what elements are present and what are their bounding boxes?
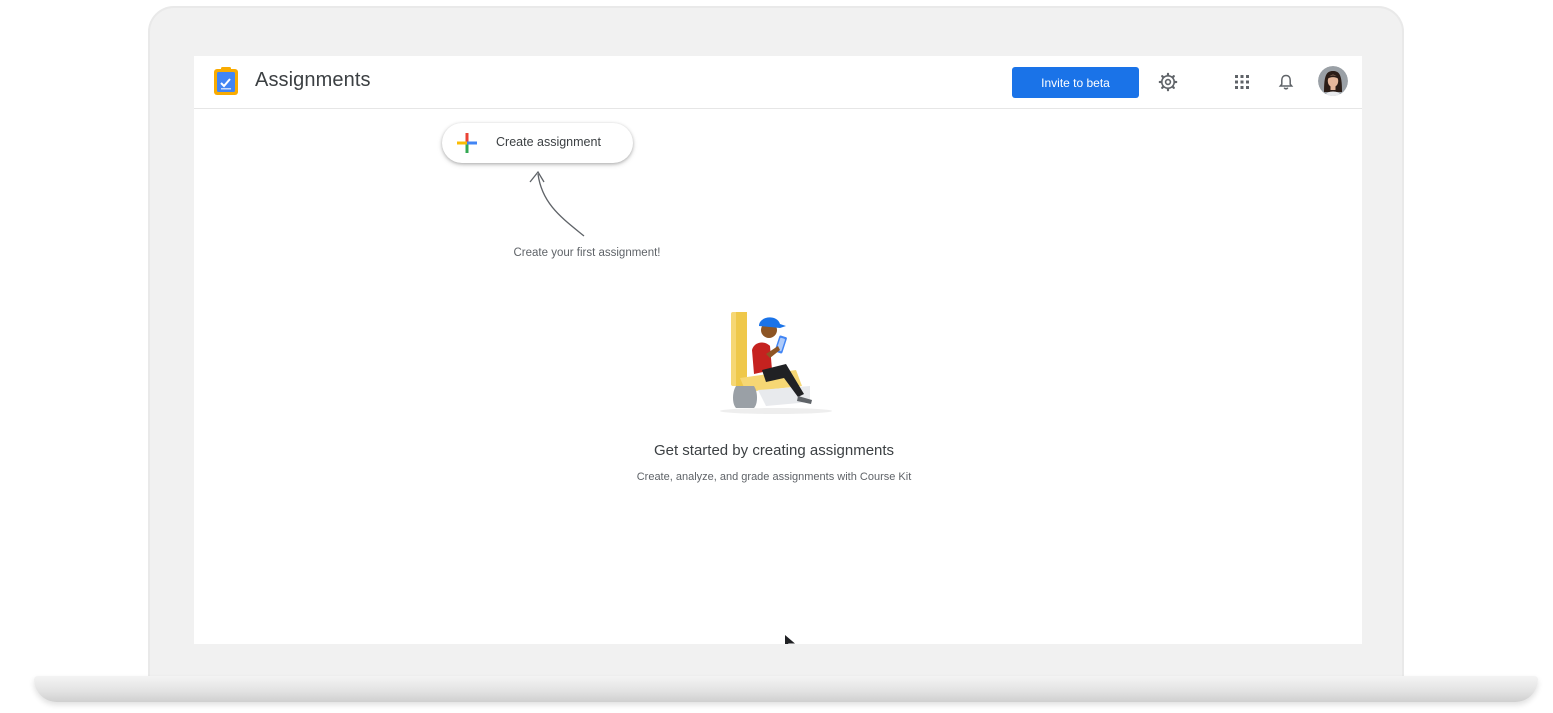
student-reading-illustration [720, 312, 832, 414]
empty-state-subtitle: Create, analyze, and grade assignments w… [636, 471, 912, 483]
empty-state-title: Get started by creating assignments [653, 442, 895, 459]
user-avatar[interactable] [1318, 66, 1348, 96]
gear-icon[interactable] [1154, 68, 1182, 96]
top-app-bar: Assignments Invite to beta [194, 56, 1362, 109]
bell-icon[interactable] [1272, 68, 1300, 96]
clipboard-assignment-icon [214, 67, 238, 95]
first-assignment-hint: Create your first assignment! [513, 247, 661, 259]
apps-grid-icon[interactable] [1228, 68, 1256, 96]
mouse-cursor-icon [785, 635, 795, 644]
invite-to-beta-button[interactable]: Invite to beta [1012, 67, 1139, 98]
create-assignment-label: Create assignment [496, 135, 601, 149]
create-assignment-button[interactable]: Create assignment [442, 123, 633, 163]
laptop-base [34, 676, 1538, 702]
plus-icon [457, 133, 477, 153]
curved-arrow-icon [529, 170, 585, 237]
app-title: Assignments [255, 69, 371, 91]
app-screen: Assignments Invite to beta Create assign… [194, 56, 1362, 644]
